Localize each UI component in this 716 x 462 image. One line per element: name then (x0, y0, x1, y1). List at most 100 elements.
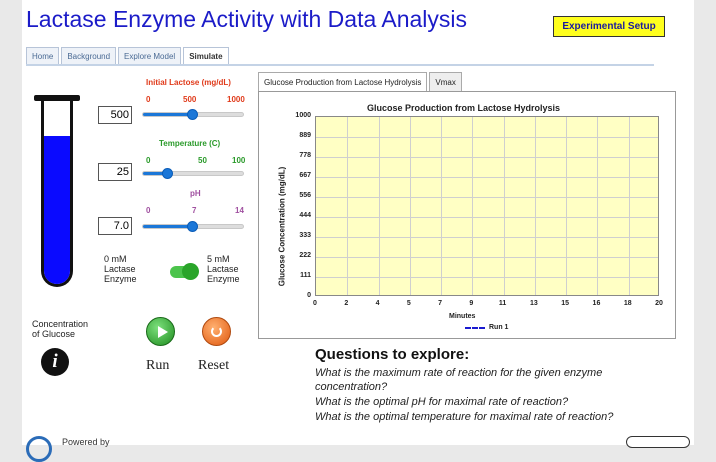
temperature-max: 100 (232, 156, 246, 165)
chart-legend: Run 1 (465, 324, 508, 331)
grid-line-vertical (472, 117, 474, 295)
grid-line-horizontal (316, 277, 658, 278)
x-tick-label: 5 (406, 300, 411, 307)
y-tick-label: 778 (299, 152, 311, 159)
tube-liquid (44, 136, 70, 284)
x-tick-label: 7 (438, 300, 443, 307)
ph-label: pH (190, 189, 201, 198)
y-tick-label: 111 (300, 272, 311, 279)
chart-y-title: Glucose Concentration (mg/dL) (277, 166, 287, 287)
lactose-mid: 500 (183, 95, 197, 104)
grid-line-horizontal (316, 137, 658, 138)
y-tick-label: 1000 (295, 112, 311, 119)
temperature-label: Temperature (C) (159, 139, 221, 148)
temperature-slider-thumb[interactable] (161, 168, 173, 179)
page-title: Lactase Enzyme Activity with Data Analys… (26, 6, 468, 32)
y-tick-label: 0 (307, 292, 311, 299)
powered-by-text: Powered by (62, 437, 110, 447)
tab-simulate[interactable]: Simulate (183, 47, 229, 65)
grid-line-horizontal (316, 257, 658, 258)
reset-label: Reset (198, 358, 230, 373)
x-tick-label: 20 (655, 300, 663, 307)
temperature-mid: 50 (198, 156, 207, 165)
chart-title: Glucose Production from Lactose Hydrolys… (367, 103, 561, 113)
grid-line-horizontal (316, 157, 658, 158)
tab-home[interactable]: Home (26, 47, 60, 65)
y-tick-label: 889 (299, 132, 311, 139)
grid-line-horizontal (316, 237, 658, 238)
grid-line-vertical (409, 117, 411, 295)
enzyme-toggle[interactable] (170, 263, 199, 280)
x-tick-label: 4 (375, 300, 380, 307)
app-frame: Lactase Enzyme Activity with Data Analys… (22, 0, 694, 462)
ph-slider-thumb[interactable] (187, 221, 198, 232)
grid-line-horizontal (316, 197, 658, 198)
x-tick-label: 11 (498, 300, 507, 307)
license-badge (626, 436, 690, 448)
ph-max: 14 (235, 206, 244, 215)
experimental-setup-button[interactable]: Experimental Setup (553, 16, 665, 37)
tab-explore-model[interactable]: Explore Model (118, 47, 182, 65)
enzyme-toggle-knob[interactable] (182, 263, 199, 280)
grid-line-horizontal (316, 217, 658, 218)
legend-swatch (465, 326, 485, 329)
x-tick-label: 13 (530, 300, 538, 307)
x-tick-label: 16 (592, 300, 601, 307)
grid-line-vertical (597, 117, 599, 295)
ph-input[interactable]: 7.0 (98, 217, 132, 235)
run-label: Run (146, 358, 170, 373)
chart-tabs: Glucose Production from Lactose Hydrolys… (258, 72, 464, 91)
lactose-label: Initial Lactose (mg/dL) (146, 78, 231, 87)
chart-plot-area (315, 116, 659, 296)
tab-vmax[interactable]: Vmax (429, 72, 462, 91)
lactose-max: 1000 (227, 95, 245, 104)
grid-line-vertical (503, 117, 505, 295)
temperature-input[interactable]: 25 (98, 163, 132, 181)
x-tick-label: 18 (623, 300, 632, 307)
nav-tabs: Home Background Explore Model Simulate (26, 47, 231, 65)
grid-line-vertical (566, 117, 568, 295)
grid-line-vertical (628, 117, 630, 295)
y-tick-label: 333 (299, 232, 311, 239)
y-tick-label: 444 (299, 212, 311, 219)
legend-label: Run 1 (489, 324, 509, 331)
tube-lip (34, 95, 80, 101)
ph-min: 0 (146, 206, 151, 215)
enzyme-max-label: 5 mM Lactase Enzyme (207, 254, 240, 284)
question-line: What is the optimal temperature for maxi… (315, 411, 614, 423)
x-tick-label: 0 (313, 300, 317, 307)
grid-line-horizontal (316, 177, 658, 178)
y-tick-label: 667 (299, 172, 311, 179)
x-tick-label: 15 (561, 300, 570, 307)
temperature-slider[interactable] (142, 171, 244, 176)
run-button[interactable] (146, 317, 175, 346)
y-tick-label: 556 (299, 192, 311, 199)
chart-panel: Glucose Production from Lactose Hydrolys… (258, 91, 676, 339)
concentration-label: Concentration of Glucose (32, 319, 89, 339)
reset-icon (211, 326, 222, 337)
info-icon[interactable]: i (41, 348, 69, 376)
question-line: What is the maximum rate of reaction for… (315, 367, 603, 379)
tab-background[interactable]: Background (61, 47, 117, 65)
question-line: concentration? (315, 381, 388, 393)
ph-mid: 7 (192, 206, 197, 215)
tab-divider (26, 64, 654, 66)
powered-by-logo (26, 436, 52, 462)
y-tick-label: 222 (299, 252, 311, 259)
questions-title: Questions to explore: (315, 346, 470, 363)
temperature-min: 0 (146, 156, 151, 165)
question-line: What is the optimal pH for maximal rate … (315, 396, 569, 408)
chart-x-title: Minutes (449, 313, 476, 320)
enzyme-min-label: 0 mM Lactase Enzyme (104, 254, 137, 284)
tab-glucose-production[interactable]: Glucose Production from Lactose Hydrolys… (258, 72, 428, 91)
grid-line-vertical (378, 117, 380, 295)
grid-line-vertical (347, 117, 349, 295)
x-tick-label: 9 (469, 300, 474, 307)
x-tick-label: 2 (344, 300, 349, 307)
grid-line-vertical (534, 117, 536, 295)
grid-line-vertical (441, 117, 443, 295)
lactose-slider-thumb[interactable] (187, 109, 198, 120)
reset-button[interactable] (202, 317, 231, 346)
lactose-min: 0 (146, 95, 151, 104)
lactose-input[interactable]: 500 (98, 106, 132, 124)
